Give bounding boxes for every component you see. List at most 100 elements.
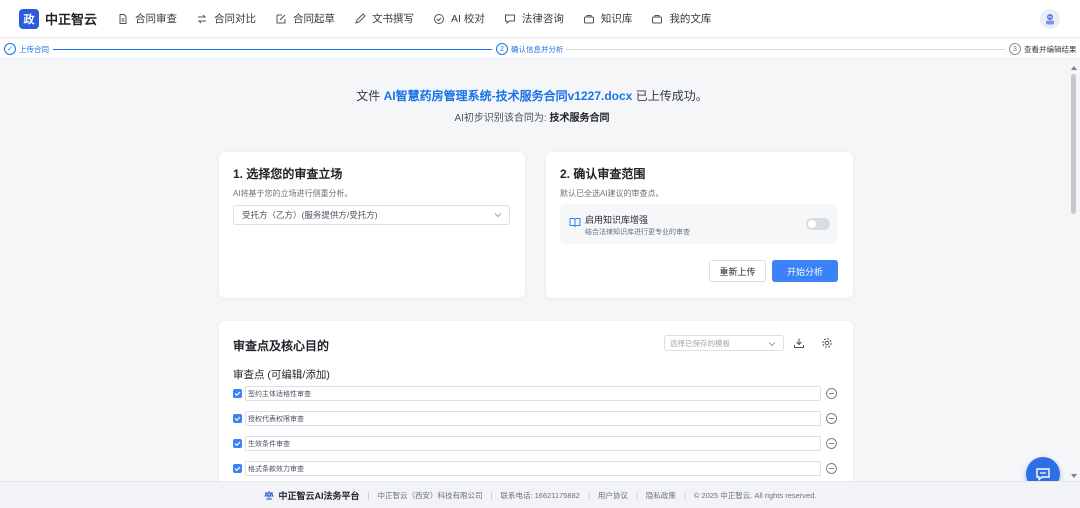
- chat-icon: [504, 13, 516, 25]
- remove-point-icon[interactable]: [826, 438, 837, 449]
- nav-label: 知识库: [600, 13, 633, 25]
- review-point-checkbox[interactable]: [233, 414, 242, 423]
- edit-icon: [275, 13, 287, 25]
- gear-icon: [822, 338, 832, 348]
- step-number: 3: [1009, 43, 1021, 55]
- kb-description: 结合法律知识库进行更专业的审查: [585, 229, 690, 236]
- step-result: 3 查看并编辑结果: [1009, 43, 1077, 55]
- nav-item-document-writing[interactable]: 文书撰写: [354, 11, 414, 26]
- check-icon: [234, 466, 241, 472]
- step-number: 2: [496, 43, 508, 55]
- nav-label: 合同起草: [293, 13, 336, 25]
- stance-select[interactable]: 受托方（乙方）(服务提供方/受托方): [233, 205, 510, 225]
- footer-copyright: © 2025 中正智云. All rights reserved.: [693, 490, 817, 500]
- review-point-row: 格式条款效力审查: [233, 461, 853, 477]
- avatar[interactable]: [1040, 9, 1060, 29]
- check-circle-icon: [433, 13, 445, 25]
- chevron-down-icon: [494, 213, 502, 218]
- scroll-up-arrow[interactable]: [1071, 66, 1077, 70]
- review-point-checkbox[interactable]: [233, 464, 242, 473]
- message-prefix: 文件: [356, 89, 381, 103]
- nav-label: AI 校对: [451, 13, 485, 25]
- step-confirm: 2 确认信息并分析: [496, 43, 564, 55]
- template-placeholder: 选择已保存的模板: [670, 338, 730, 348]
- message-suffix: 已上传成功。: [635, 89, 708, 103]
- settings-button[interactable]: [820, 336, 834, 350]
- reupload-button[interactable]: 重新上传: [709, 260, 766, 282]
- step-label: 查看并编辑结果: [1024, 44, 1077, 54]
- nav-label: 我的文库: [669, 13, 712, 25]
- nav-item-ai-proofread[interactable]: AI 校对: [433, 11, 485, 26]
- footer-phone: 联系电话: 16621175882: [500, 490, 580, 500]
- template-select[interactable]: 选择已保存的模板: [664, 335, 784, 351]
- stance-title: 1. 选择您的审查立场: [233, 167, 343, 181]
- step-label: 确认信息并分析: [511, 44, 564, 54]
- logo-char: 政: [23, 13, 35, 26]
- check-icon: [234, 416, 241, 422]
- kb-title: 启用知识库增强: [585, 215, 649, 225]
- page-scrollbar[interactable]: [1070, 66, 1078, 478]
- check-icon: ✓: [4, 43, 16, 55]
- file-name: AI智慧药房管理系统-技术服务合同v1227.docx: [383, 89, 633, 103]
- review-subtitle: 审查点 (可编辑/添加): [233, 369, 330, 381]
- top-nav: 政 中正智云 合同审查 合同对比 合同起草 文书撰写 AI 校对 法律咨询 知识…: [0, 0, 1080, 38]
- remove-point-icon[interactable]: [826, 388, 837, 399]
- footer-company: 中正智云（西安）科技有限公司: [377, 490, 483, 500]
- stance-selected: 受托方（乙方）(服务提供方/受托方): [242, 210, 378, 220]
- briefcase-icon: [651, 13, 663, 25]
- nav-item-legal-consult[interactable]: 法律咨询: [504, 11, 564, 26]
- nav-label: 文书撰写: [372, 13, 415, 25]
- stance-card: 1. 选择您的审查立场 AI将基于您的立场进行侧重分析。 受托方（乙方）(服务提…: [219, 152, 525, 298]
- review-point-input[interactable]: 签约主体适格性审查: [245, 386, 821, 401]
- privacy-link[interactable]: 隐私政策: [646, 490, 676, 501]
- review-point-input[interactable]: 生效条件审查: [245, 436, 821, 451]
- check-icon: [234, 391, 241, 397]
- step-connector: [53, 49, 492, 50]
- check-icon: [234, 441, 241, 447]
- briefcase-icon: [583, 13, 595, 25]
- review-points-card: 审查点及核心目的 选择已保存的模板 审查点 (可编辑/添加) 签约主体适格性审查…: [219, 321, 853, 486]
- step-connector: [566, 49, 1005, 50]
- contract-type-message: AI初步识别该合同为: 技术服务合同: [0, 109, 1064, 124]
- chat-icon: [1036, 468, 1050, 481]
- terms-link[interactable]: 用户协议: [598, 490, 628, 501]
- kb-toggle[interactable]: [806, 218, 830, 230]
- nav-item-contract-compare[interactable]: 合同对比: [196, 11, 256, 26]
- pen-icon: [354, 12, 366, 25]
- save-template-button[interactable]: [792, 336, 806, 350]
- review-point-row: 授权代表权限审查: [233, 411, 853, 427]
- chevron-down-icon: [768, 342, 776, 347]
- review-point-checkbox[interactable]: [233, 389, 242, 398]
- scope-subtitle: 默认已全选AI建议的审查点。: [560, 189, 664, 198]
- review-point-checkbox[interactable]: [233, 439, 242, 448]
- review-point-row: 签约主体适格性审查: [233, 386, 853, 402]
- book-icon: [569, 218, 581, 228]
- footer-brand-text: 中正智云AI法务平台: [278, 490, 360, 501]
- swap-icon: [196, 13, 208, 25]
- scroll-down-arrow[interactable]: [1071, 474, 1077, 478]
- nav-label: 法律咨询: [521, 13, 564, 25]
- remove-point-icon[interactable]: [826, 463, 837, 474]
- logo-icon[interactable]: 政: [19, 8, 39, 29]
- nav-item-contract-review[interactable]: 合同审查: [117, 11, 177, 26]
- review-point-input[interactable]: 授权代表权限审查: [245, 411, 821, 426]
- download-icon: [794, 338, 804, 348]
- nav-label: 合同对比: [214, 13, 257, 25]
- brand-name[interactable]: 中正智云: [45, 9, 97, 28]
- nav-item-contract-draft[interactable]: 合同起草: [275, 11, 335, 26]
- remove-point-icon[interactable]: [826, 413, 837, 424]
- document-icon: [117, 13, 129, 25]
- footer-brand: 中正智云AI法务平台: [263, 489, 360, 502]
- type-prefix: AI初步识别该合同为:: [454, 113, 547, 124]
- step-label: 上传合同: [19, 44, 49, 54]
- start-analysis-button[interactable]: 开始分析: [772, 260, 838, 282]
- upload-success-message: 文件 AI智慧药房管理系统-技术服务合同v1227.docx 已上传成功。: [0, 87, 1064, 104]
- review-point-input[interactable]: 格式条款效力审查: [245, 461, 821, 476]
- nav-item-knowledge-base[interactable]: 知识库: [583, 11, 633, 26]
- scope-title: 2. 确认审查范围: [560, 167, 646, 181]
- contract-type: 技术服务合同: [549, 113, 610, 124]
- scroll-thumb[interactable]: [1071, 74, 1076, 214]
- nav-item-my-library[interactable]: 我的文库: [651, 11, 711, 26]
- footer: 中正智云AI法务平台 | 中正智云（西安）科技有限公司 | 联系电话: 1662…: [0, 481, 1080, 508]
- knowledge-base-option: 启用知识库增强 结合法律知识库进行更专业的审查: [560, 204, 838, 244]
